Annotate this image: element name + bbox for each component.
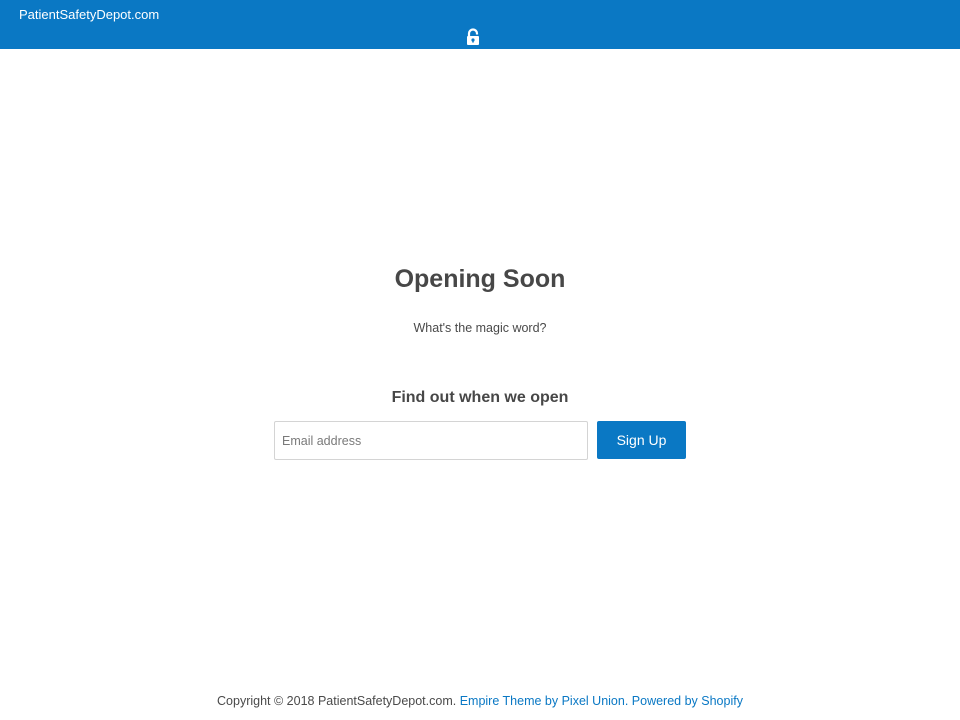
password-prompt-link[interactable]: What's the magic word? bbox=[0, 320, 960, 336]
signup-heading: Find out when we open bbox=[391, 389, 569, 406]
header-bar: PatientSafetyDepot.com bbox=[0, 0, 960, 49]
footer-copyright: Copyright © 2018 PatientSafetyDepot.com. bbox=[217, 694, 457, 708]
theme-credit-link[interactable]: Empire Theme by Pixel Union. bbox=[460, 694, 629, 708]
site-name-link[interactable]: PatientSafetyDepot.com bbox=[19, 7, 159, 23]
footer: Copyright © 2018 PatientSafetyDepot.com.… bbox=[0, 693, 960, 709]
powered-by-link[interactable]: Powered by Shopify bbox=[632, 694, 743, 708]
lock-icon[interactable] bbox=[465, 28, 481, 46]
sign-up-button[interactable]: Sign Up bbox=[597, 421, 686, 459]
page-title: Opening Soon bbox=[394, 265, 566, 293]
email-field[interactable] bbox=[274, 421, 588, 460]
